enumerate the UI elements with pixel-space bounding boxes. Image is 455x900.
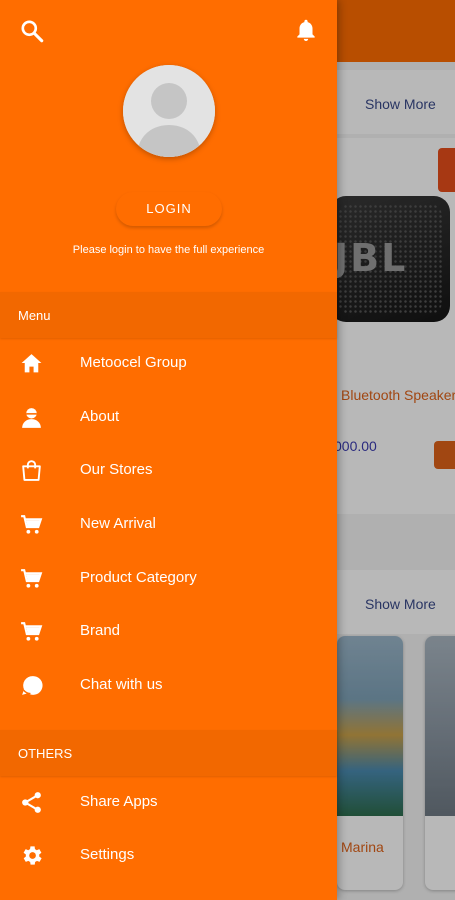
- menu-item-new-arrival[interactable]: New Arrival: [0, 498, 337, 551]
- user-placeholder-icon: [123, 65, 215, 157]
- navigation-drawer: LOGIN Please login to have the full expe…: [0, 0, 337, 900]
- menu-item-our-stores[interactable]: Our Stores: [0, 444, 337, 497]
- others-section-title: OTHERS: [18, 746, 73, 761]
- menu-item-chat-with-us[interactable]: Chat with us: [0, 659, 337, 712]
- cart-icon: [19, 619, 44, 644]
- shopping-bag-icon: [19, 458, 44, 483]
- menu-item-label: Chat with us: [80, 676, 163, 693]
- avatar[interactable]: [123, 65, 215, 157]
- home-icon: [19, 351, 44, 376]
- menu-item-brand[interactable]: Brand: [0, 605, 337, 658]
- menu-item-metoocel-group[interactable]: Metoocel Group: [0, 337, 337, 390]
- menu-item-label: Settings: [80, 846, 135, 863]
- menu-item-label: About: [80, 408, 120, 425]
- menu-section-header: Menu: [0, 292, 337, 338]
- search-icon[interactable]: [19, 18, 45, 44]
- bell-icon[interactable]: [293, 17, 319, 43]
- menu-item-settings[interactable]: Settings: [0, 829, 337, 882]
- person-icon: [19, 405, 44, 430]
- menu-item-product-category[interactable]: Product Category: [0, 552, 337, 605]
- menu-item-label: Brand: [80, 622, 121, 639]
- cart-icon: [19, 566, 44, 591]
- menu-section-title: Menu: [18, 308, 51, 323]
- menu-item-label: Our Stores: [80, 461, 153, 478]
- menu-item-share-apps[interactable]: Share Apps: [0, 776, 337, 829]
- share-icon: [19, 790, 44, 815]
- others-section-header: OTHERS: [0, 730, 337, 776]
- menu-item-label: New Arrival: [80, 515, 156, 532]
- login-button[interactable]: LOGIN: [116, 192, 222, 226]
- chat-bubble-icon: [19, 673, 44, 698]
- menu-item-label: Product Category: [80, 569, 197, 586]
- gear-icon: [19, 843, 44, 868]
- menu-item-about[interactable]: About: [0, 391, 337, 444]
- login-hint: Please login to have the full experience: [72, 244, 265, 256]
- cart-icon: [19, 512, 44, 537]
- menu-item-label: Share Apps: [80, 793, 158, 810]
- menu-item-label: Metoocel Group: [80, 354, 187, 371]
